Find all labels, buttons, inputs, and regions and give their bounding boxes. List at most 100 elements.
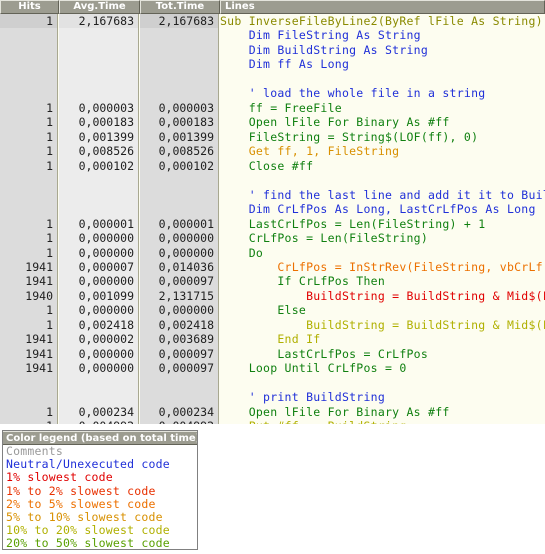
table-row[interactable]: 1 0,000102 0,000102 Close #ff xyxy=(0,158,545,174)
cell-source-line[interactable]: Open lFile For Binary As #ff xyxy=(220,115,545,129)
cell-avg-time xyxy=(59,28,139,43)
table-row[interactable]: Dim BuildString As String xyxy=(0,42,545,58)
table-row[interactable]: 1 0,000000 0,000000 Else xyxy=(0,303,545,318)
cell-avg-time: 0,000000 xyxy=(59,231,139,246)
table-row[interactable]: 1 0,000001 0,000001 LastCrLfPos = Len(File… xyxy=(0,216,545,232)
table-row[interactable]: ' load the whole file in a string xyxy=(0,86,545,101)
cell-hits: 1 xyxy=(0,231,58,246)
table-row[interactable]: 1941 0,000007 0,014036 CrLfPos = InStrRev(… xyxy=(0,259,545,275)
cell-avg-time xyxy=(59,173,139,188)
cell-avg-time: 0,000183 xyxy=(59,115,139,130)
column-header-avg-time[interactable]: Avg.Time xyxy=(59,0,140,14)
cell-source-line[interactable]: Close #ff xyxy=(220,159,545,173)
cell-source-line[interactable]: LastCrLfPos = Len(FileString) + 1 xyxy=(220,217,545,231)
cell-hits xyxy=(0,202,58,217)
cell-source-line[interactable]: Dim CrLfPos As Long, LastCrLfPos As Long xyxy=(220,202,545,216)
cell-source-line[interactable]: If CrLfPos Then xyxy=(220,274,545,288)
table-row[interactable] xyxy=(0,71,545,87)
table-row[interactable]: 1941 0,000000 0,000097 LastCrLfPos = CrLfP… xyxy=(0,346,545,362)
legend-item: 2% to 5% slowest code xyxy=(6,496,156,511)
cell-tot-time: 0,000102 xyxy=(140,158,219,174)
cell-hits xyxy=(0,71,58,87)
legend-item: 20% to 50% slowest code xyxy=(6,536,170,550)
table-row[interactable]: 1941 0,000000 0,000097 Loop Until CrLfPos … xyxy=(0,361,545,376)
cell-source-line[interactable]: Else xyxy=(220,303,545,317)
table-row[interactable]: 1 0,000000 0,000000 CrLfPos = Len(FileStri… xyxy=(0,231,545,246)
cell-hits: 1 xyxy=(0,100,58,116)
cell-source-line[interactable]: ff = FreeFile xyxy=(220,101,545,115)
cell-tot-time: 2,131715 xyxy=(140,288,219,304)
table-row[interactable]: 1 0,000000 0,000000 Do xyxy=(0,245,545,260)
cell-source-line[interactable]: Get ff, 1, FileString xyxy=(220,144,545,158)
table-row[interactable]: 1 0,002418 0,002418 BuildString = BuildStr… xyxy=(0,317,545,333)
cell-source-line[interactable]: ' load the whole file in a string xyxy=(220,86,545,100)
cell-source-line[interactable]: ' find the last line and add it it to Bu… xyxy=(220,188,545,202)
cell-avg-time: 0,000000 xyxy=(59,303,139,318)
cell-tot-time xyxy=(140,42,219,58)
column-header-hits[interactable]: Hits xyxy=(0,0,59,14)
table-row[interactable]: 1941 0,000002 0,003689 End If xyxy=(0,332,545,347)
cell-hits xyxy=(0,187,58,203)
cell-tot-time: 0,000097 xyxy=(140,361,219,376)
cell-source-line[interactable]: Dim ff As Long xyxy=(220,57,545,71)
cell-hits xyxy=(0,173,58,188)
table-row[interactable] xyxy=(0,375,545,391)
cell-tot-time: 0,004992 xyxy=(140,419,219,424)
table-row[interactable] xyxy=(0,173,545,188)
table-row[interactable]: 1940 0,001099 2,131715 BuildString = Build… xyxy=(0,288,545,304)
table-row[interactable]: Dim ff As Long xyxy=(0,57,545,72)
cell-source-line[interactable]: BuildString = BuildString & Mid$(FileStr… xyxy=(220,318,545,332)
cell-source-line[interactable]: BuildString = BuildString & Mid$(FileStr… xyxy=(220,289,545,303)
cell-source-line[interactable]: Do xyxy=(220,246,545,260)
table-row[interactable]: ' find the last line and add it it to Bu… xyxy=(0,187,545,203)
cell-hits xyxy=(0,86,58,101)
cell-avg-time: 0,000000 xyxy=(59,274,139,289)
table-row[interactable]: ' print BuildString xyxy=(0,390,545,405)
table-row[interactable]: 1 0,000183 0,000183 Open lFile For Binary … xyxy=(0,115,545,130)
legend-item-list: Comments Neutral/Unexecuted code 1% slowes… xyxy=(3,444,197,550)
cell-tot-time xyxy=(140,28,219,43)
cell-source-line[interactable]: Dim BuildString As String xyxy=(220,43,545,57)
cell-avg-time: 0,001399 xyxy=(59,129,139,145)
table-row[interactable]: 10,0049920,004992 Put #ff, , BuildString xyxy=(0,419,545,424)
cell-source-line[interactable]: CrLfPos = InStrRev(FileString, vbCrLf, C… xyxy=(220,260,545,274)
table-row[interactable]: 1 0,000003 0,000003 ff = FreeFile xyxy=(0,100,545,116)
table-row[interactable]: Dim FileString As String xyxy=(0,28,545,43)
cell-source-line[interactable] xyxy=(220,376,545,390)
cell-avg-time xyxy=(59,86,139,101)
cell-source-line[interactable]: FileString = String$(LOF(ff), 0) xyxy=(220,130,545,144)
cell-avg-time: 0,000102 xyxy=(59,158,139,174)
cell-hits: 1 xyxy=(0,419,58,424)
table-row[interactable]: 1941 0,000000 0,000097 If CrLfPos Then xyxy=(0,274,545,289)
cell-tot-time: 0,000000 xyxy=(140,245,219,260)
cell-source-line[interactable] xyxy=(220,173,545,187)
cell-hits xyxy=(0,42,58,58)
cell-source-line[interactable]: Sub InverseFileByLine2(ByRef lFile As St… xyxy=(220,14,545,28)
cell-hits: 1 xyxy=(0,317,58,333)
cell-tot-time xyxy=(140,390,219,405)
table-row[interactable]: 1 2,167683 2,167683 Sub InverseFileByLine2(… xyxy=(0,14,545,29)
cell-source-line[interactable]: ' print BuildString xyxy=(220,390,545,404)
table-row[interactable]: Dim CrLfPos As Long, LastCrLfPos As Long xyxy=(0,202,545,217)
cell-avg-time xyxy=(59,187,139,203)
table-row[interactable]: 1 0,000234 0,000234 Open lFile For Binary … xyxy=(0,404,545,420)
cell-source-line[interactable]: Loop Until CrLfPos = 0 xyxy=(220,361,545,375)
profiler-results-grid[interactable]: Hits Avg.Time Tot.Time Lines 1 2,167683 2,… xyxy=(0,0,545,424)
cell-source-line[interactable]: End If xyxy=(220,332,545,346)
cell-tot-time: 0,002418 xyxy=(140,317,219,333)
cell-source-line[interactable] xyxy=(220,72,545,86)
cell-source-line[interactable]: Open lFile For Binary As #ff xyxy=(220,405,545,419)
cell-tot-time: 0,000234 xyxy=(140,404,219,420)
cell-source-line[interactable]: LastCrLfPos = CrLfPos xyxy=(220,347,545,361)
column-header-lines[interactable]: Lines xyxy=(220,0,545,14)
grid-body: 1 2,167683 2,167683 Sub InverseFileByLine2(… xyxy=(0,14,545,424)
cell-hits: 1 xyxy=(0,144,58,159)
cell-source-line[interactable]: Dim FileString As String xyxy=(220,28,545,42)
table-row[interactable]: 1 0,001399 0,001399 FileString = String$(L… xyxy=(0,129,545,145)
cell-source-line[interactable]: Put #ff, , BuildString xyxy=(220,419,545,424)
table-row[interactable]: 1 0,008526 0,008526 Get ff, 1, FileString xyxy=(0,144,545,159)
cell-avg-time: 0,000000 xyxy=(59,346,139,362)
cell-source-line[interactable]: CrLfPos = Len(FileString) xyxy=(220,231,545,245)
cell-avg-time: 0,000234 xyxy=(59,404,139,420)
column-header-tot-time[interactable]: Tot.Time xyxy=(140,0,220,14)
